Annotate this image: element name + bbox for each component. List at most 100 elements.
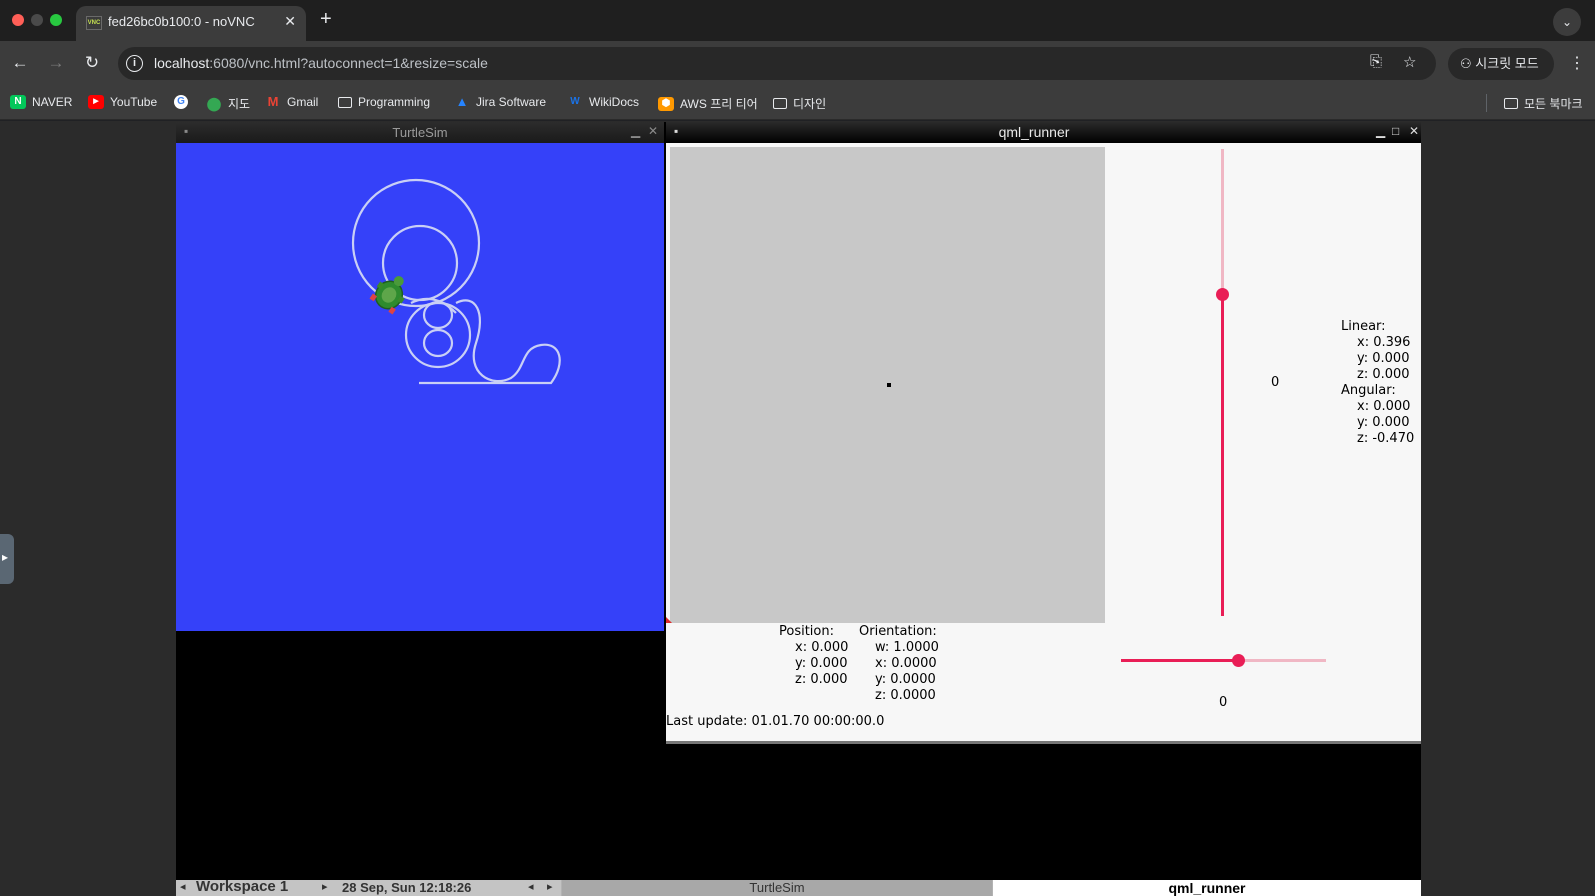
angular-x: x: 0.000: [1357, 399, 1411, 414]
vertical-slider-value: 0: [1271, 375, 1280, 390]
gmail-icon: M: [267, 94, 279, 109]
bookmarks-bar: N NAVER ▶ YouTube G ⬤ 지도 M Gmail Programming…: [0, 86, 1595, 120]
bookmark-label: Gmail: [287, 95, 319, 109]
all-bookmarks-folder[interactable]: 모든 북마크: [1504, 95, 1583, 112]
position-y: y: 0.000: [795, 656, 848, 671]
orientation-label: Orientation:: [859, 624, 937, 639]
site-info-icon[interactable]: i: [126, 55, 143, 72]
incognito-label: 시크릿 모드: [1475, 56, 1539, 71]
orientation-w: w: 1.0000: [875, 640, 939, 655]
orientation-y: y: 0.0000: [875, 672, 936, 687]
url-text[interactable]: localhost:6080/vnc.html?autoconnect=1&re…: [154, 55, 488, 71]
slider-track-active: [1121, 659, 1239, 662]
orientation-z: z: 0.0000: [875, 688, 936, 703]
browser-toolbar: ← → ↻ i localhost:6080/vnc.html?autoconn…: [0, 41, 1595, 86]
linear-y: y: 0.000: [1357, 351, 1410, 366]
url-host: localhost: [154, 55, 210, 71]
linear-label: Linear:: [1341, 319, 1386, 334]
turtlesim-titlebar[interactable]: ▪ TurtleSim ▁ ✕: [176, 122, 664, 143]
angular-y: y: 0.000: [1357, 415, 1410, 430]
slider-handle[interactable]: [1216, 288, 1229, 301]
bookmark-label: NAVER: [32, 95, 73, 109]
window-prev-icon[interactable]: ◂: [528, 880, 534, 893]
slider-track-active: [1221, 294, 1224, 616]
bookmark-label: Programming: [358, 95, 431, 109]
bookmark-jira[interactable]: ▲ Jira Software: [454, 94, 546, 110]
tab-title: fed26bc0b100:0 - noVNC: [108, 14, 255, 29]
workspace-prev-icon[interactable]: ◂: [180, 880, 186, 893]
qml-runner-content: 0 0 Linear: x: 0.396 y: 0.000 z: 0.000 A…: [666, 143, 1421, 741]
youtube-icon: ▶: [88, 95, 104, 109]
new-tab-button[interactable]: +: [320, 8, 332, 31]
folder-icon: [1504, 98, 1518, 109]
bookmark-maps[interactable]: ⬤ 지도: [206, 95, 250, 112]
tab-novnc[interactable]: VNC fed26bc0b100:0 - noVNC ✕: [76, 6, 306, 41]
workspace-next-icon[interactable]: ▸: [322, 880, 328, 893]
incognito-indicator[interactable]: ⚇ 시크릿 모드: [1448, 48, 1554, 80]
bookmark-star-icon[interactable]: ☆: [1403, 53, 1416, 71]
qml-runner-bottom-border: [666, 741, 1421, 744]
bookmark-folder-design[interactable]: 디자인: [773, 95, 826, 112]
taskbar-item-qml-runner[interactable]: qml_runner: [993, 880, 1421, 896]
bookmark-folder-programming[interactable]: Programming: [338, 95, 430, 109]
clock: 28 Sep, Sun 12:18:26: [342, 880, 472, 895]
turtlesim-canvas: [176, 143, 664, 631]
close-icon[interactable]: ✕: [1409, 124, 1419, 138]
browser-menu-icon[interactable]: ⋮: [1569, 53, 1585, 73]
vnc-favicon-icon: VNC: [86, 16, 102, 30]
jira-icon: ▲: [455, 94, 469, 109]
wikidocs-icon: W: [570, 96, 580, 107]
taskbar-item-turtlesim[interactable]: TurtleSim: [562, 880, 992, 896]
bookmark-label: YouTube: [110, 95, 158, 109]
screen: VNC fed26bc0b100:0 - noVNC ✕ + ⌄ ← → ↻ i…: [0, 0, 1595, 896]
bookmark-label: AWS 프리 티어: [680, 97, 758, 111]
url-path: :6080/vnc.html?autoconnect=1&resize=scal…: [209, 55, 488, 71]
bookmark-aws[interactable]: ⬢ AWS 프리 티어: [658, 95, 758, 112]
tab-search-icon[interactable]: ⌄: [1553, 8, 1581, 36]
reload-button[interactable]: ↻: [80, 51, 104, 75]
linear-z: z: 0.000: [1357, 367, 1410, 382]
bookmark-wikidocs[interactable]: W WikiDocs: [567, 95, 639, 109]
back-button[interactable]: ←: [8, 51, 32, 75]
turtle-path: [351, 178, 561, 385]
google-icon: G: [174, 95, 188, 109]
qml-runner-titlebar[interactable]: ▪ qml_runner ▁ □ ✕: [666, 122, 1421, 143]
forward-button[interactable]: →: [44, 51, 68, 75]
taskbar-left: ◂ Workspace 1 ▸ 28 Sep, Sun 12:18:26 ◂ ▸: [176, 878, 561, 896]
slider-handle[interactable]: [1232, 654, 1245, 667]
folder-icon: [338, 96, 352, 108]
aws-icon: ⬢: [658, 96, 674, 111]
minimize-window-button[interactable]: [31, 14, 43, 26]
bookmark-label: 디자인: [793, 97, 827, 111]
position-label: Position:: [779, 624, 834, 639]
position-z: z: 0.000: [795, 672, 848, 687]
novnc-control-bar-handle[interactable]: [0, 534, 14, 584]
horizontal-slider-value: 0: [1219, 695, 1228, 710]
minimize-icon[interactable]: ▁: [631, 124, 640, 138]
bookmark-google[interactable]: G: [174, 95, 194, 109]
window-manager-taskbar: ◂ Workspace 1 ▸ 28 Sep, Sun 12:18:26 ◂ ▸…: [176, 878, 1421, 896]
tab-strip: VNC fed26bc0b100:0 - noVNC ✕ + ⌄: [0, 0, 1595, 41]
translate-icon[interactable]: ⎘: [1370, 53, 1382, 70]
last-update-text: Last update: 01.01.70 00:00:00.0: [666, 714, 885, 729]
maximize-window-button[interactable]: [50, 14, 62, 26]
tab-close-icon[interactable]: ✕: [284, 13, 296, 30]
incognito-icon: ⚇: [1460, 56, 1476, 71]
maximize-icon[interactable]: □: [1392, 124, 1399, 138]
minimize-icon[interactable]: ▁: [1376, 124, 1385, 138]
close-window-button[interactable]: [12, 14, 24, 26]
maps-icon: ⬤: [206, 95, 222, 111]
bookmark-gmail[interactable]: M Gmail: [265, 94, 319, 110]
all-bookmarks-label: 모든 북마크: [1524, 97, 1583, 111]
folder-icon: [773, 98, 787, 109]
pose-view-panel[interactable]: [670, 147, 1105, 623]
window-next-icon[interactable]: ▸: [547, 880, 553, 893]
address-bar[interactable]: i localhost:6080/vnc.html?autoconnect=1&…: [118, 47, 1436, 80]
bookmark-youtube[interactable]: ▶ YouTube: [88, 95, 157, 109]
angular-label: Angular:: [1341, 383, 1396, 398]
remote-desktop[interactable]: ▪ TurtleSim ▁ ✕ ▪ qml_runner ▁ □ ✕ 0 0 L…: [176, 122, 1421, 896]
bookmark-naver[interactable]: N NAVER: [10, 95, 72, 109]
workspace-label[interactable]: Workspace 1: [196, 878, 288, 895]
corner-marker: [666, 617, 672, 623]
close-icon[interactable]: ✕: [648, 124, 658, 138]
